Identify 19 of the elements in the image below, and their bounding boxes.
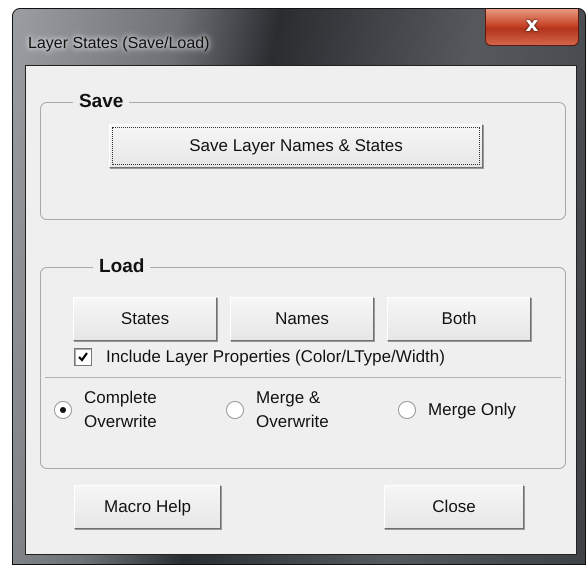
checkbox-label: Include Layer Properties (Color/LType/Width): [106, 347, 445, 367]
checkbox[interactable]: [74, 348, 92, 366]
window-title: Layer States (Save/Load): [28, 35, 210, 53]
load-button[interactable]: Both: [387, 297, 531, 341]
radio-button[interactable]: [226, 401, 244, 419]
group-label: Load: [98, 257, 146, 277]
load-button[interactable]: States: [73, 297, 217, 341]
save-button[interactable]: Save Layer Names & States: [109, 124, 483, 168]
dialog-button[interactable]: Close: [384, 485, 524, 529]
radio-label: Merge & Overwrite: [256, 387, 329, 433]
radio-button[interactable]: [54, 401, 72, 419]
group-label: Save: [78, 92, 124, 112]
check-icon: [77, 351, 89, 363]
radio-label: Merge Only: [428, 399, 516, 421]
window-close-button[interactable]: x: [485, 9, 579, 46]
dialog-button[interactable]: Macro Help: [74, 485, 221, 529]
radio-button[interactable]: [398, 401, 416, 419]
load-button[interactable]: Names: [230, 297, 374, 341]
radio-label: Complete Overwrite: [84, 387, 157, 433]
